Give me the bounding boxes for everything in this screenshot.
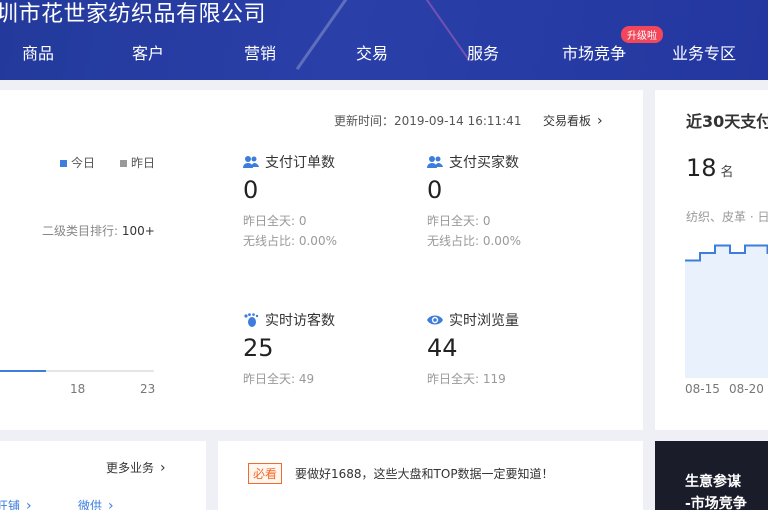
link-label: 旺铺 (0, 499, 21, 510)
nav-item-market-competition[interactable]: 市场竞争 (562, 40, 626, 64)
rank-area (685, 245, 768, 378)
metric-label: 实时浏览量 (449, 313, 519, 329)
category-rank: 二级类目排行: 100+ (42, 222, 155, 239)
link-label: 微供 (78, 499, 103, 510)
x-axis-tick: 08-15 (685, 382, 720, 396)
metric-value: 44 (427, 334, 458, 362)
upgrade-badge: 升级啦 (621, 26, 663, 43)
promo-banner[interactable]: 生意参谋 -市场竞争 (655, 441, 768, 510)
metric-realtime-visitors[interactable]: 实时访客数 25 昨日全天: 49 (243, 310, 335, 387)
chevron-right-icon: › (108, 498, 114, 510)
legend-swatch-today (60, 160, 67, 167)
nav-item-service[interactable]: 服务 (467, 40, 499, 64)
metric-label: 支付买家数 (449, 155, 519, 171)
x-axis-tick: 08-20 (729, 382, 764, 396)
main-nav: 商品 客户 营销 交易 服务 市场竞争 升级啦 业务专区 (0, 26, 768, 66)
eye-icon (427, 315, 443, 325)
update-time: 更新时间：2019-09-14 16:11:41 (334, 114, 522, 128)
mini-axis-tick: 18 (70, 382, 86, 396)
footprint-icon (244, 313, 259, 327)
overview-card: 更新时间：2019-09-14 16:11:41 交易看板 › 今日 昨日 二级类… (0, 90, 643, 430)
chevron-right-icon: › (26, 498, 32, 510)
rank-value: 100+ (121, 224, 155, 238)
mini-axis-tick: 23 (140, 382, 156, 396)
link-wangpu[interactable]: 旺铺 › (0, 497, 32, 510)
mini-chart-progress (0, 370, 47, 372)
top-header: 圳市花世家纺织品有限公司 商品 客户 营销 交易 服务 市场竞争 升级啦 业务专… (0, 0, 768, 80)
metric-realtime-pageviews[interactable]: 实时浏览量 44 昨日全天: 119 (427, 310, 519, 387)
chevron-right-icon: › (160, 460, 166, 476)
legend-yesterday-label: 昨日 (131, 156, 156, 170)
business-card: 更多业务 › 旺铺 › 微供 › (0, 441, 206, 510)
metric-label-row: 实时浏览量 (427, 310, 519, 330)
legend-today-label: 今日 (71, 156, 96, 170)
rank-number: 18 (686, 154, 717, 182)
rank-card[interactable]: 近30天支付 18 名 纺织、皮革 · 日 08-15 08-20 (655, 90, 768, 430)
metric-yesterday: 昨日全天: 49 (243, 372, 315, 386)
legend-yesterday: 昨日 (120, 154, 155, 171)
metric-yesterday: 昨日全天: 0 (427, 214, 491, 228)
metric-value: 0 (243, 176, 259, 204)
metric-label: 支付订单数 (265, 155, 335, 171)
metric-wireless-ratio: 无线占比: 0.00% (427, 234, 521, 248)
legend-today: 今日 (60, 154, 95, 171)
nav-item-business-zone[interactable]: 业务专区 (672, 40, 736, 64)
notice-link[interactable]: 要做好1688，这些大盘和TOP数据一定要知道！ (295, 465, 554, 482)
legend-swatch-yesterday (120, 160, 127, 167)
rank-card-value: 18 名 (686, 154, 734, 182)
company-name: 圳市花世家纺织品有限公司 (0, 2, 267, 27)
must-read-tag: 必看 (248, 463, 283, 484)
metric-yesterday: 昨日全天: 0 (243, 214, 307, 228)
users-icon (427, 156, 443, 168)
metric-yesterday: 昨日全天: 119 (427, 372, 506, 386)
metric-label-row: 实时访客数 (243, 310, 335, 330)
metric-paid-orders[interactable]: 支付订单数 0 昨日全天: 0 无线占比: 0.00% (243, 152, 337, 249)
more-business-label: 更多业务 (106, 461, 155, 475)
metric-value: 0 (427, 176, 443, 204)
rank-unit: 名 (720, 165, 734, 180)
metric-value: 25 (243, 334, 274, 362)
rank-trend-chart (685, 244, 768, 378)
metric-label-row: 支付订单数 (243, 152, 337, 172)
trade-board-label: 交易看板 (543, 114, 592, 128)
link-weigong[interactable]: 微供 › (78, 497, 114, 510)
metric-label: 实时访客数 (265, 313, 335, 329)
promo-line: -市场竞争 (685, 496, 747, 510)
more-business-link[interactable]: 更多业务 › (106, 459, 166, 476)
rank-card-title: 近30天支付 (686, 112, 768, 131)
rank-label: 二级类目排行: (42, 224, 119, 238)
notice-card: 必看 要做好1688，这些大盘和TOP数据一定要知道！ (218, 441, 643, 510)
rank-category: 纺织、皮革 · 日 (686, 210, 768, 224)
users-icon (243, 156, 259, 168)
chevron-right-icon: › (597, 113, 603, 129)
trade-board-link[interactable]: 交易看板 › (543, 112, 603, 129)
nav-item-goods[interactable]: 商品 (22, 40, 54, 64)
metric-wireless-ratio: 无线占比: 0.00% (243, 234, 337, 248)
metric-paid-buyers[interactable]: 支付买家数 0 昨日全天: 0 无线占比: 0.00% (427, 152, 521, 249)
nav-item-marketing[interactable]: 营销 (244, 40, 276, 64)
nav-item-customers[interactable]: 客户 (132, 40, 164, 64)
nav-item-trade[interactable]: 交易 (356, 40, 388, 64)
metric-label-row: 支付买家数 (427, 152, 521, 172)
promo-line: 生意参谋 (685, 474, 741, 490)
